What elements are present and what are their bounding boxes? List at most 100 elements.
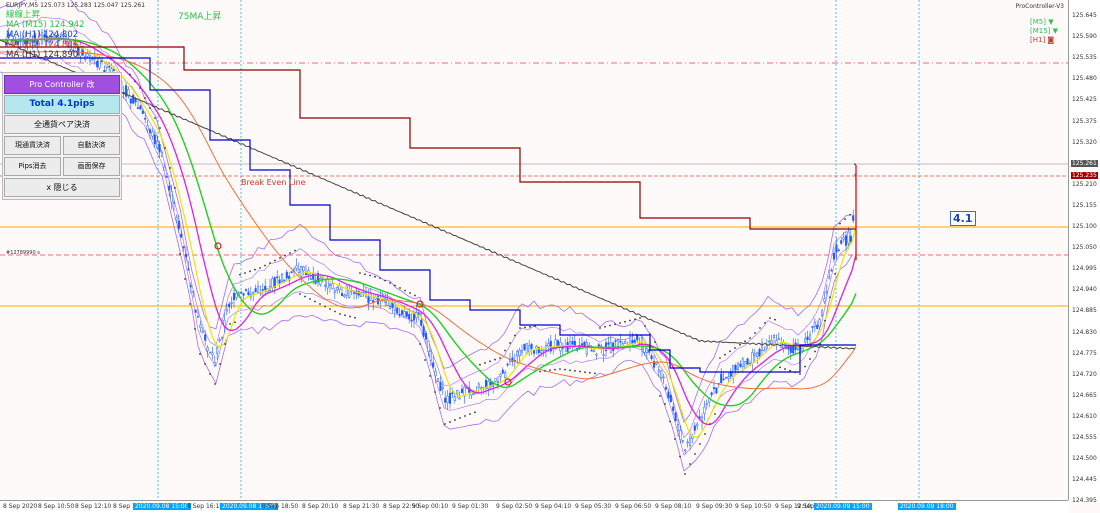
candle-body bbox=[424, 333, 428, 340]
sar-dot bbox=[784, 368, 786, 370]
candle-body bbox=[806, 336, 809, 340]
candle-body bbox=[705, 403, 708, 406]
sar-dot bbox=[764, 322, 766, 324]
sar-dot bbox=[679, 455, 681, 458]
save-screen-button[interactable]: 画面保存 bbox=[63, 157, 120, 176]
candle-body bbox=[756, 352, 759, 358]
sar-dot bbox=[499, 357, 501, 359]
pro-controller-panel: Pro Controller 改 Total 4.1pips 全通貨ペア決済 現… bbox=[2, 72, 122, 200]
pips-value-box: 4.1 bbox=[950, 211, 976, 226]
candle-body bbox=[194, 309, 197, 313]
chart-canvas[interactable] bbox=[0, 0, 1068, 500]
sar-dot bbox=[419, 343, 421, 345]
candle-body bbox=[98, 58, 101, 69]
sar-dot bbox=[384, 279, 386, 282]
sar-dot bbox=[464, 415, 466, 417]
candle-body bbox=[448, 392, 452, 404]
current-price-tag: 125.261 bbox=[1071, 160, 1098, 167]
candle-body bbox=[144, 117, 147, 120]
sar-dot bbox=[704, 433, 706, 435]
price-tick-label: 124.500 bbox=[1072, 455, 1097, 463]
candle-body bbox=[271, 278, 274, 288]
candle-body bbox=[182, 246, 185, 248]
sar-dot bbox=[649, 333, 651, 335]
candle-body bbox=[832, 252, 836, 260]
sar-dot bbox=[354, 316, 356, 319]
price-tick-label: 125.320 bbox=[1072, 138, 1097, 146]
candle-body bbox=[499, 373, 502, 377]
candle-body bbox=[837, 249, 840, 252]
sar-dot bbox=[369, 274, 371, 277]
candle-body bbox=[624, 341, 627, 344]
candle-body bbox=[422, 326, 425, 337]
hide-panel-button[interactable]: x 隠じる bbox=[4, 178, 120, 197]
sar-dot bbox=[824, 319, 826, 322]
break-even-price-tag: 125.235 bbox=[1071, 172, 1098, 179]
candle-body bbox=[847, 231, 850, 244]
time-axis[interactable]: 8 Sep 2020 8 Sep 10:50 8 Sep 12:10 8 Sep 12… bbox=[0, 500, 1068, 513]
candle-body bbox=[132, 94, 135, 104]
candle-body bbox=[662, 376, 665, 379]
candle-body bbox=[619, 340, 622, 343]
candle-body bbox=[129, 98, 132, 104]
price-tick-label: 125.050 bbox=[1072, 244, 1097, 252]
sar-dot bbox=[834, 273, 836, 275]
candle-body bbox=[768, 340, 771, 343]
auto-close-button[interactable]: 自動決済 bbox=[63, 136, 120, 155]
sar-dot bbox=[454, 419, 456, 421]
candle-body bbox=[328, 283, 332, 287]
price-tick-label: 125.425 bbox=[1072, 96, 1097, 104]
candle-body bbox=[256, 285, 260, 293]
close-current-pair-button[interactable]: 現通貨決済 bbox=[4, 136, 61, 155]
sar-dot bbox=[594, 372, 596, 375]
price-tick-label: 125.375 bbox=[1072, 117, 1097, 125]
price-axis[interactable]: 125.645 125.590 125.535 125.480 125.425 125.3… bbox=[1068, 0, 1100, 504]
candle-body bbox=[235, 292, 238, 298]
candle-body bbox=[324, 284, 327, 287]
sar-dot bbox=[634, 318, 636, 321]
sar-dot bbox=[314, 300, 316, 303]
candle-body bbox=[153, 134, 156, 145]
candle-body bbox=[590, 349, 593, 352]
candle-body bbox=[348, 289, 351, 298]
sar-dot bbox=[564, 368, 566, 371]
time-tick-label: 9 Sep 05:30 bbox=[575, 503, 612, 510]
sar-dot bbox=[394, 284, 396, 287]
sar-dot bbox=[319, 303, 321, 305]
candle-body bbox=[741, 358, 744, 367]
candle-body bbox=[444, 397, 447, 403]
price-tick-label: 124.775 bbox=[1072, 349, 1097, 357]
candle-body bbox=[751, 352, 754, 364]
sar-dot bbox=[469, 413, 471, 415]
sar-dot bbox=[519, 327, 521, 329]
sar-dot bbox=[589, 371, 591, 374]
sar-dot bbox=[409, 292, 411, 294]
erase-pips-button[interactable]: Pips消去 bbox=[4, 157, 61, 176]
candle-body bbox=[660, 370, 663, 378]
candle-body bbox=[369, 292, 372, 301]
candle-body bbox=[547, 343, 550, 347]
sar-dot bbox=[224, 343, 226, 345]
candle-body bbox=[285, 271, 288, 279]
panel-title-button[interactable]: Pro Controller 改 bbox=[4, 75, 120, 94]
candle-body bbox=[765, 345, 768, 349]
candle-body bbox=[655, 362, 658, 365]
time-tick-label: 8 Sep 12:10 bbox=[75, 503, 112, 510]
candle-body bbox=[264, 285, 267, 291]
sar-dot bbox=[534, 325, 536, 328]
candle-body bbox=[408, 314, 411, 320]
close-all-pairs-button[interactable]: 全通貨ペア決済 bbox=[4, 115, 120, 134]
sar-dot bbox=[629, 319, 631, 322]
candle-body bbox=[108, 66, 111, 68]
sar-dot bbox=[449, 421, 451, 423]
candle-body bbox=[86, 53, 89, 57]
candle-body bbox=[818, 319, 821, 327]
candle-body bbox=[679, 430, 682, 440]
candle-body bbox=[189, 285, 192, 287]
sar-dot bbox=[154, 117, 156, 119]
sar-dot bbox=[529, 325, 531, 328]
sar-dot bbox=[194, 328, 196, 330]
sar-dot bbox=[134, 80, 136, 83]
sar-dot bbox=[709, 423, 711, 425]
price-chart[interactable] bbox=[0, 0, 1068, 500]
